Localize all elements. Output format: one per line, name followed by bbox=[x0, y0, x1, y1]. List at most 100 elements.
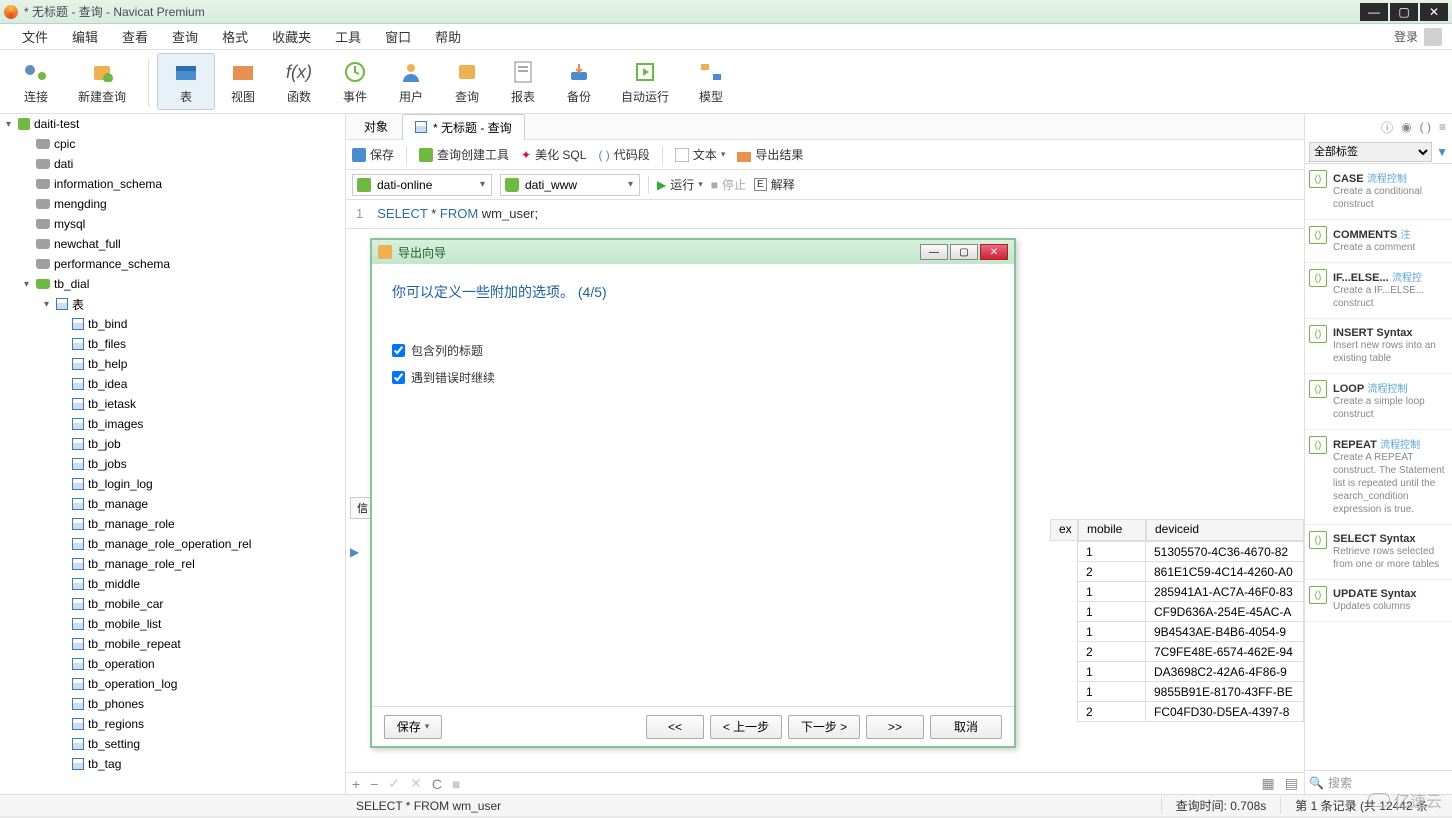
tree-table[interactable]: tb_bind bbox=[0, 314, 345, 334]
tree-table[interactable]: tb_operation bbox=[0, 654, 345, 674]
chk-continue-on-error[interactable]: 遇到错误时继续 bbox=[392, 369, 994, 386]
tree-table[interactable]: tb_regions bbox=[0, 714, 345, 734]
tree-table[interactable]: tb_job bbox=[0, 434, 345, 454]
tree-table[interactable]: tb_tag bbox=[0, 754, 345, 774]
dialog-cancel-button[interactable]: 取消 bbox=[930, 715, 1002, 739]
tb-autorun[interactable]: 自动运行 bbox=[607, 54, 683, 109]
menu-format[interactable]: 格式 bbox=[210, 27, 260, 46]
col-deviceid[interactable]: deviceid bbox=[1146, 519, 1304, 541]
info-icon[interactable]: ⓘ bbox=[1381, 119, 1393, 136]
tree-db[interactable]: newchat_full bbox=[0, 234, 345, 254]
dd-connection[interactable]: dati-online bbox=[352, 174, 492, 196]
tree-db[interactable]: dati bbox=[0, 154, 345, 174]
table-row[interactable]: 1DA3698C2-42A6-4F86-9 bbox=[1078, 662, 1304, 682]
qbtn-text[interactable]: 文本▾ bbox=[675, 146, 726, 163]
window-minimize-button[interactable]: — bbox=[1360, 3, 1388, 21]
menu-file[interactable]: 文件 bbox=[10, 27, 60, 46]
tb-function[interactable]: f(x)函数 bbox=[271, 54, 327, 109]
tree-table[interactable]: tb_mobile_list bbox=[0, 614, 345, 634]
tb-newquery[interactable]: 新建查询 bbox=[64, 54, 140, 109]
tb-backup[interactable]: 备份 bbox=[551, 54, 607, 109]
form-view-icon[interactable]: ▤ bbox=[1285, 775, 1298, 792]
tb-table[interactable]: 表 bbox=[157, 53, 215, 110]
tree-table[interactable]: tb_images bbox=[0, 414, 345, 434]
tree-table[interactable]: tb_middle bbox=[0, 574, 345, 594]
btn-explain[interactable]: E解释 bbox=[754, 176, 795, 193]
menu-edit[interactable]: 编辑 bbox=[60, 27, 110, 46]
snippet-item[interactable]: ()COMMENTS 注Create a comment bbox=[1305, 220, 1452, 263]
tb-view[interactable]: 视图 bbox=[215, 54, 271, 109]
tree-db[interactable]: cpic bbox=[0, 134, 345, 154]
dialog-prev-button[interactable]: < 上一步 bbox=[710, 715, 782, 739]
snippet-filter[interactable]: 全部标签 bbox=[1309, 142, 1432, 162]
filter-icon[interactable]: ▼ bbox=[1436, 145, 1448, 159]
tree-table[interactable]: tb_mobile_car bbox=[0, 594, 345, 614]
tree-db[interactable]: mysql bbox=[0, 214, 345, 234]
snippet-item[interactable]: ()UPDATE Syntax Updates columns bbox=[1305, 580, 1452, 622]
dialog-first-button[interactable]: << bbox=[646, 715, 704, 739]
table-row[interactable]: 27C9FE48E-6574-462E-94 bbox=[1078, 642, 1304, 662]
qbtn-beautify[interactable]: ✦美化 SQL bbox=[521, 146, 586, 163]
menu-icon[interactable]: ≡ bbox=[1439, 120, 1446, 134]
eye-icon[interactable]: ◉ bbox=[1401, 120, 1411, 134]
menu-window[interactable]: 窗口 bbox=[373, 27, 423, 46]
dialog-save-button[interactable]: 保存 bbox=[384, 715, 442, 739]
col-ex[interactable]: ex bbox=[1050, 519, 1078, 541]
dialog-last-button[interactable]: >> bbox=[866, 715, 924, 739]
menu-favorites[interactable]: 收藏夹 bbox=[260, 27, 323, 46]
table-row[interactable]: 2FC04FD30-D5EA-4397-8 bbox=[1078, 702, 1304, 722]
tree-table[interactable]: tb_jobs bbox=[0, 454, 345, 474]
tree-db[interactable]: information_schema bbox=[0, 174, 345, 194]
chk-include-headers[interactable]: 包含列的标题 bbox=[392, 342, 994, 359]
tree-table[interactable]: tb_manage bbox=[0, 494, 345, 514]
tree-table[interactable]: tb_mobile_repeat bbox=[0, 634, 345, 654]
tree-connection[interactable]: ▾daiti-test bbox=[0, 114, 345, 134]
tree-table[interactable]: tb_files bbox=[0, 334, 345, 354]
tree-table[interactable]: tb_operation_log bbox=[0, 674, 345, 694]
tb-connect[interactable]: 连接 bbox=[8, 54, 64, 109]
dialog-minimize-button[interactable]: — bbox=[920, 244, 948, 260]
window-close-button[interactable]: ✕ bbox=[1420, 3, 1448, 21]
tree-table[interactable]: tb_manage_role bbox=[0, 514, 345, 534]
table-row[interactable]: 2861E1C59-4C14-4260-A0 bbox=[1078, 562, 1304, 582]
tree-db-open[interactable]: ▾tb_dial bbox=[0, 274, 345, 294]
tb-query[interactable]: 查询 bbox=[439, 54, 495, 109]
qbtn-export[interactable]: 导出结果 bbox=[737, 146, 803, 163]
dialog-next-button[interactable]: 下一步 > bbox=[788, 715, 860, 739]
menu-query[interactable]: 查询 bbox=[160, 27, 210, 46]
tree-db[interactable]: performance_schema bbox=[0, 254, 345, 274]
brackets-icon[interactable]: ( ) bbox=[1420, 120, 1431, 134]
refresh-icon[interactable]: C bbox=[432, 776, 442, 792]
snippet-item[interactable]: ()SELECT Syntax Retrieve rows selected f… bbox=[1305, 525, 1452, 580]
chk-continue-on-error-box[interactable] bbox=[392, 371, 405, 384]
snippet-item[interactable]: ()REPEAT 流程控制Create A REPEAT construct. … bbox=[1305, 430, 1452, 525]
tree-table[interactable]: tb_manage_role_operation_rel bbox=[0, 534, 345, 554]
dialog-close-button[interactable]: ✕ bbox=[980, 244, 1008, 260]
tb-user[interactable]: 用户 bbox=[383, 54, 439, 109]
snippet-item[interactable]: ()IF...ELSE... 流程控Create a IF...ELSE... … bbox=[1305, 263, 1452, 319]
table-row[interactable]: 1CF9D636A-254E-45AC-A bbox=[1078, 602, 1304, 622]
tb-event[interactable]: 事件 bbox=[327, 54, 383, 109]
tree-table[interactable]: tb_login_log bbox=[0, 474, 345, 494]
table-row[interactable]: 1285941A1-AC7A-46F0-83 bbox=[1078, 582, 1304, 602]
delete-row-icon[interactable]: − bbox=[370, 776, 378, 792]
tree-table[interactable]: tb_manage_role_rel bbox=[0, 554, 345, 574]
window-maximize-button[interactable]: ▢ bbox=[1390, 3, 1418, 21]
sql-editor[interactable]: 1SELECT * FROM wm_user; bbox=[346, 200, 1304, 229]
table-row[interactable]: 19855B91E-8170-43FF-BE bbox=[1078, 682, 1304, 702]
menu-view[interactable]: 查看 bbox=[110, 27, 160, 46]
qbtn-snippet[interactable]: ( )代码段 bbox=[598, 146, 649, 163]
tb-report[interactable]: 报表 bbox=[495, 54, 551, 109]
qbtn-builder[interactable]: 查询创建工具 bbox=[419, 146, 509, 163]
menu-tools[interactable]: 工具 bbox=[323, 27, 373, 46]
grid-view-icon[interactable]: ▦ bbox=[1262, 775, 1275, 792]
qbtn-save[interactable]: 保存 bbox=[352, 146, 394, 163]
table-row[interactable]: 151305570-4C36-4670-82 bbox=[1078, 542, 1304, 562]
tree-table[interactable]: tb_phones bbox=[0, 694, 345, 714]
login-link[interactable]: 登录 bbox=[1394, 28, 1418, 45]
tree-table[interactable]: tb_setting bbox=[0, 734, 345, 754]
tree-table[interactable]: tb_ietask bbox=[0, 394, 345, 414]
snippet-item[interactable]: ()CASE 流程控制Create a conditional construc… bbox=[1305, 164, 1452, 220]
dialog-titlebar[interactable]: 导出向导 — ▢ ✕ bbox=[372, 240, 1014, 264]
dialog-maximize-button[interactable]: ▢ bbox=[950, 244, 978, 260]
